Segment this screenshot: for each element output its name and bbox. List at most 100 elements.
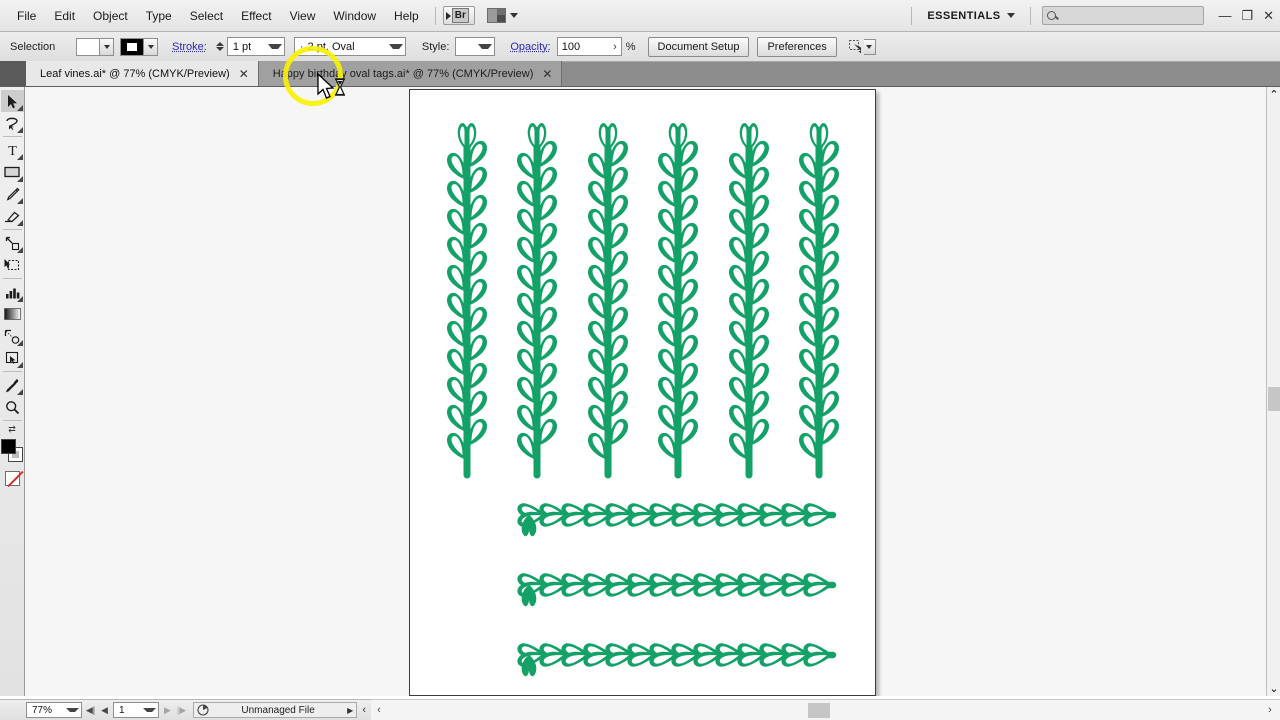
transform-each-control[interactable] (847, 38, 876, 55)
menu-object[interactable]: Object (84, 5, 137, 27)
vertical-scrollbar[interactable]: ⌃ ⌄ (1266, 87, 1280, 696)
opacity-flyout-arrow[interactable]: › (613, 41, 617, 53)
pencil-tool[interactable] (1, 183, 24, 205)
chevron-down-icon (66, 708, 79, 712)
status-bar: 77% ◀| ◀ 1 ▶ |▶ Unmanaged File ▶ ‹ (0, 699, 371, 720)
go-to-bridge-button[interactable]: Br (442, 6, 475, 25)
tab-leaf-vines[interactable]: Leaf vines.ai* @ 77% (CMYK/Preview) ✕ (26, 61, 259, 86)
menu-type[interactable]: Type (137, 5, 181, 27)
next-artboard-button[interactable]: ▶ (162, 705, 173, 716)
tab-title: Leaf vines.ai* @ 77% (CMYK/Preview) (40, 67, 230, 80)
opacity-input[interactable]: 100 › (556, 37, 622, 56)
menu-view[interactable]: View (281, 5, 325, 27)
arrange-documents-button[interactable] (486, 8, 518, 23)
status-info-bar[interactable]: Unmanaged File ▶ (193, 702, 358, 718)
workspace-switcher[interactable]: ESSENTIALS (919, 8, 1023, 24)
scroll-left-button[interactable]: ‹ (371, 704, 387, 716)
horizontal-scrollbar[interactable]: ‹ › (371, 699, 1280, 720)
menu-effect[interactable]: Effect (232, 5, 280, 27)
search-input[interactable] (1042, 6, 1205, 25)
eyedropper-tool[interactable] (1, 374, 24, 396)
stroke-weight-stepper[interactable] (215, 42, 224, 51)
stroke-swatch[interactable] (120, 37, 144, 56)
document-canvas[interactable] (25, 87, 1266, 696)
zoom-level-combo[interactable]: 77% (26, 702, 82, 718)
document-setup-button[interactable]: Document Setup (647, 36, 750, 57)
brush-definition-combo[interactable]: · 2 pt. Oval (293, 37, 406, 56)
fill-control[interactable] (76, 37, 114, 56)
svg-text:T: T (8, 144, 17, 157)
eraser-tool[interactable] (1, 205, 24, 227)
chevron-down-icon (143, 708, 156, 712)
arrange-documents-icon (486, 8, 506, 23)
blend-tool[interactable] (1, 325, 24, 347)
artboard[interactable] (409, 89, 876, 696)
stroke-color-control[interactable] (120, 37, 158, 56)
fill-color-indicator[interactable] (0, 439, 16, 454)
fill-dropdown-button[interactable] (100, 37, 114, 56)
none-swatch-icon[interactable] (4, 471, 20, 486)
stroke-dropdown-button[interactable] (144, 37, 158, 56)
close-button[interactable]: ✕ (1263, 9, 1274, 22)
artwork-leaf-vines[interactable] (410, 90, 875, 695)
tab-close-icon[interactable]: ✕ (542, 68, 552, 80)
search-icon (1047, 11, 1057, 20)
free-transform-icon (4, 259, 20, 271)
status-menu-arrow[interactable]: ▶ (347, 706, 353, 715)
status-text: Unmanaged File (241, 704, 315, 716)
stroke-weight-label[interactable]: Stroke: (166, 41, 213, 53)
window-buttons: — ❐ ✕ (1218, 9, 1274, 22)
artboard-number-combo[interactable]: 1 (113, 702, 159, 718)
tab-happy-birthday-oval-tags[interactable]: Happy birthday oval tags.ai* @ 77% (CMYK… (258, 61, 563, 86)
control-bar: Selection Stroke: 1 pt · 2 pt. Oval Styl… (0, 32, 1280, 62)
menu-edit[interactable]: Edit (45, 5, 84, 27)
fill-swatch[interactable] (76, 37, 100, 56)
opacity-label[interactable]: Opacity: (504, 41, 556, 53)
tab-close-icon[interactable]: ✕ (239, 68, 249, 80)
brush-prefix: · (299, 40, 304, 53)
illustrator-window: File Edit Object Type Select Effect View… (0, 0, 1280, 720)
chevron-down-icon (267, 44, 282, 49)
menubar-right: ESSENTIALS — ❐ ✕ (904, 6, 1280, 25)
opacity-value: 100 (561, 40, 581, 53)
menu-help[interactable]: Help (385, 5, 428, 27)
fill-stroke-indicator[interactable] (0, 439, 24, 465)
previous-artboard-button[interactable]: ◀ (99, 705, 110, 716)
search-field[interactable] (1061, 9, 1192, 22)
scroll-right-button[interactable]: › (1262, 704, 1278, 716)
status-collapse-arrow[interactable]: ‹ (362, 704, 371, 716)
last-artboard-button[interactable]: |▶ (176, 705, 187, 716)
chevron-down-icon (478, 44, 493, 49)
scale-tool[interactable] (1, 232, 24, 254)
rectangle-tool[interactable] (1, 161, 24, 183)
style-label: Style: (421, 40, 450, 53)
slice-tool[interactable] (1, 347, 24, 369)
zoom-level-value: 77% (32, 704, 53, 716)
menu-bar: File Edit Object Type Select Effect View… (0, 0, 1280, 32)
swap-fill-stroke-icon[interactable]: ⇄ (8, 424, 16, 435)
restore-button[interactable]: ❐ (1241, 9, 1253, 22)
stroke-weight-combo[interactable]: 1 pt (226, 37, 285, 56)
menu-window[interactable]: Window (324, 5, 385, 27)
scroll-up-button[interactable]: ⌃ (1267, 87, 1280, 102)
horizontal-scroll-thumb[interactable] (808, 703, 830, 718)
gradient-tool[interactable] (1, 303, 24, 325)
column-graph-tool[interactable] (1, 281, 24, 303)
lasso-tool[interactable] (1, 112, 24, 134)
vertical-scroll-thumb[interactable] (1268, 387, 1280, 411)
preferences-button[interactable]: Preferences (757, 36, 837, 57)
transform-dropdown-button[interactable] (863, 38, 876, 55)
opacity-unit: % (625, 40, 636, 53)
zoom-tool[interactable] (1, 396, 24, 418)
chevron-down-icon (388, 44, 403, 49)
free-transform-tool[interactable] (1, 254, 24, 276)
menu-select[interactable]: Select (181, 5, 232, 27)
minimize-button[interactable]: — (1218, 9, 1231, 22)
scroll-down-button[interactable]: ⌄ (1267, 681, 1280, 696)
graphic-style-combo[interactable] (455, 37, 496, 56)
menu-file[interactable]: File (8, 5, 45, 27)
first-artboard-button[interactable]: ◀| (85, 705, 96, 716)
type-tool[interactable]: T (1, 139, 24, 161)
magnifier-icon (5, 400, 19, 414)
selection-tool[interactable] (0, 90, 24, 112)
